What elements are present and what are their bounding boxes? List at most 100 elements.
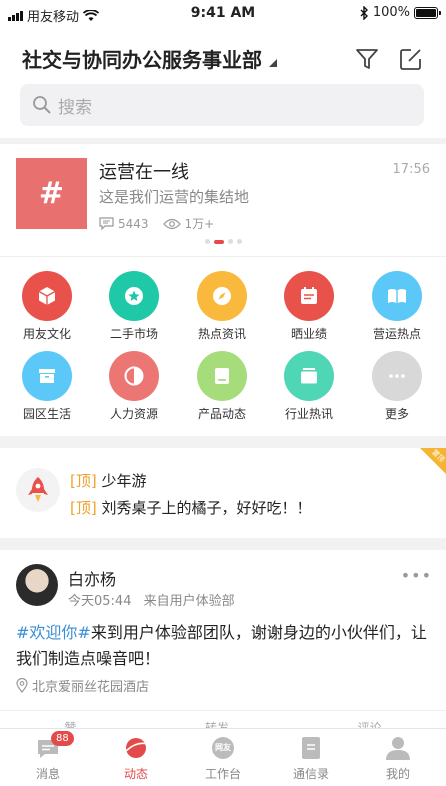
calendar-icon bbox=[284, 271, 334, 321]
search-icon bbox=[33, 96, 51, 114]
tab-workbench[interactable]: 网友 工作台 bbox=[183, 735, 263, 782]
grid-item-industry[interactable]: 行业热讯 bbox=[271, 351, 347, 422]
banner-subtitle: 这是我们运营的集结地 bbox=[99, 188, 250, 206]
post-location[interactable]: 北京爱丽丝花园酒店 bbox=[16, 676, 149, 695]
grid-label: 人力资源 bbox=[109, 407, 158, 421]
status-bar: 用友移动 9:41 AM 100% bbox=[0, 0, 446, 28]
page-dot bbox=[236, 239, 242, 244]
layers-icon bbox=[284, 351, 334, 401]
battery-percent: 100% bbox=[372, 5, 410, 20]
view-count: 1万+ bbox=[184, 217, 215, 231]
circle-banner-card[interactable]: # 运营在一线 17:56 这是我们运营的集结地 5443 1万+ bbox=[0, 144, 446, 256]
banner-time: 17:56 bbox=[392, 162, 430, 177]
workbench-icon: 网友 bbox=[210, 735, 236, 761]
caret-down-icon bbox=[269, 58, 277, 67]
compass-icon bbox=[197, 271, 247, 321]
page-dot bbox=[204, 239, 210, 244]
pin-tag: [顶] bbox=[70, 472, 97, 490]
tab-label: 工作台 bbox=[204, 767, 241, 781]
page-dot bbox=[227, 239, 233, 244]
grid-label: 园区生活 bbox=[22, 407, 71, 421]
grid-item-campus[interactable]: 园区生活 bbox=[9, 351, 85, 422]
bluetooth-icon bbox=[360, 5, 368, 20]
eye-icon bbox=[162, 218, 181, 229]
pinned-posts: 置顶 [顶] 少年游 [顶] 刘秀桌子上的橘子，好好吃！！ bbox=[0, 448, 446, 538]
post-time: 今天05:44 bbox=[68, 594, 132, 609]
location-pin-icon bbox=[16, 678, 28, 693]
tab-me[interactable]: 我的 bbox=[358, 735, 438, 782]
search-placeholder: 搜索 bbox=[58, 97, 92, 118]
grid-item-product[interactable]: 产品动态 bbox=[184, 351, 260, 422]
banner-meta: 5443 1万+ bbox=[99, 215, 214, 232]
contacts-icon bbox=[298, 735, 324, 761]
compose-icon[interactable] bbox=[398, 46, 424, 72]
comment-count: 5443 bbox=[118, 216, 149, 231]
hashtag-link[interactable]: #欢迎你# bbox=[16, 623, 91, 642]
more-options-icon[interactable]: ••• bbox=[401, 566, 432, 585]
message-icon: 88 bbox=[35, 731, 74, 761]
half-circle-icon bbox=[109, 351, 159, 401]
pinned-post-2[interactable]: [顶] 刘秀桌子上的橘子，好好吃！！ bbox=[70, 497, 312, 518]
tab-label: 通信录 bbox=[292, 767, 329, 781]
tab-contacts[interactable]: 通信录 bbox=[271, 735, 351, 782]
pinned-text: 少年游 bbox=[101, 472, 147, 490]
more-icon bbox=[372, 351, 422, 401]
planet-icon bbox=[123, 735, 149, 761]
battery-icon bbox=[414, 6, 441, 19]
tab-label: 我的 bbox=[385, 767, 410, 781]
tablet-icon bbox=[197, 351, 247, 401]
header: 社交与协同办公服务事业部 搜索 bbox=[0, 28, 446, 138]
post-author[interactable]: 白亦杨 bbox=[68, 566, 116, 590]
workbench-icon-text: 网友 bbox=[215, 743, 231, 752]
grid-item-hr[interactable]: 人力资源 bbox=[96, 351, 172, 422]
page-title: 社交与协同办公服务事业部 bbox=[22, 48, 262, 72]
grid-item-more[interactable]: 更多 bbox=[359, 351, 435, 422]
pin-tag: [顶] bbox=[70, 499, 97, 517]
org-switcher[interactable]: 社交与协同办公服务事业部 bbox=[22, 44, 278, 73]
category-grid: 用友文化 二手市场 热点资讯 晒业绩 营运热点 园区生活 人力资源 产品动态 行… bbox=[0, 256, 446, 436]
user-icon bbox=[385, 735, 411, 761]
grid-item-news[interactable]: 热点资讯 bbox=[184, 271, 260, 342]
grid-item-operations[interactable]: 营运热点 bbox=[359, 271, 435, 342]
avatar[interactable] bbox=[16, 564, 58, 606]
page-indicator bbox=[0, 239, 446, 244]
cube-icon bbox=[22, 271, 72, 321]
book-icon bbox=[372, 271, 422, 321]
grid-label: 行业热讯 bbox=[284, 407, 333, 421]
tab-label: 动态 bbox=[123, 767, 148, 781]
pinned-text: 刘秀桌子上的橘子，好好吃！！ bbox=[101, 499, 312, 517]
box-icon bbox=[22, 351, 72, 401]
search-input[interactable]: 搜索 bbox=[20, 84, 424, 126]
pinned-ribbon: 置顶 bbox=[420, 448, 446, 474]
tab-bar: 88 消息 动态 网友 工作台 通信录 我的 bbox=[0, 728, 446, 786]
tab-feed[interactable]: 动态 bbox=[96, 735, 176, 782]
grid-label: 更多 bbox=[384, 407, 409, 421]
grid-item-performance[interactable]: 晒业绩 bbox=[271, 271, 347, 342]
grid-label: 营运热点 bbox=[372, 327, 421, 341]
grid-label: 热点资讯 bbox=[197, 327, 246, 341]
grid-item-market[interactable]: 二手市场 bbox=[96, 271, 172, 342]
grid-label: 二手市场 bbox=[109, 327, 158, 341]
grid-label: 产品动态 bbox=[197, 407, 246, 421]
comment-icon bbox=[99, 217, 114, 230]
grid-label: 用友文化 bbox=[22, 327, 71, 341]
pinned-post-1[interactable]: [顶] 少年游 bbox=[70, 470, 147, 491]
filter-icon[interactable] bbox=[354, 46, 380, 72]
tab-label: 消息 bbox=[35, 767, 60, 781]
status-right: 100% bbox=[360, 5, 441, 20]
location-text: 北京爱丽丝花园酒店 bbox=[32, 680, 150, 695]
star-icon bbox=[109, 271, 159, 321]
rocket-icon bbox=[16, 468, 60, 512]
post-body: #欢迎你#来到用户体验部团队，谢谢身边的小伙伴们，让我们制造点噪音吧！ bbox=[16, 620, 430, 672]
page-dot-active bbox=[213, 239, 224, 244]
post-source: 来自用户体验部 bbox=[143, 594, 235, 609]
banner-title: 运营在一线 bbox=[99, 162, 189, 183]
grid-label: 晒业绩 bbox=[290, 327, 327, 341]
feed-post[interactable]: 白亦杨 今天05:44 来自用户体验部 ••• #欢迎你#来到用户体验部团队，谢… bbox=[0, 550, 446, 735]
unread-badge: 88 bbox=[51, 731, 74, 746]
ribbon-label: 置顶 bbox=[430, 448, 446, 464]
tab-messages[interactable]: 88 消息 bbox=[8, 731, 88, 782]
grid-item-culture[interactable]: 用友文化 bbox=[9, 271, 85, 342]
hashtag-icon: # bbox=[16, 158, 87, 229]
post-meta: 今天05:44 来自用户体验部 bbox=[68, 590, 235, 609]
